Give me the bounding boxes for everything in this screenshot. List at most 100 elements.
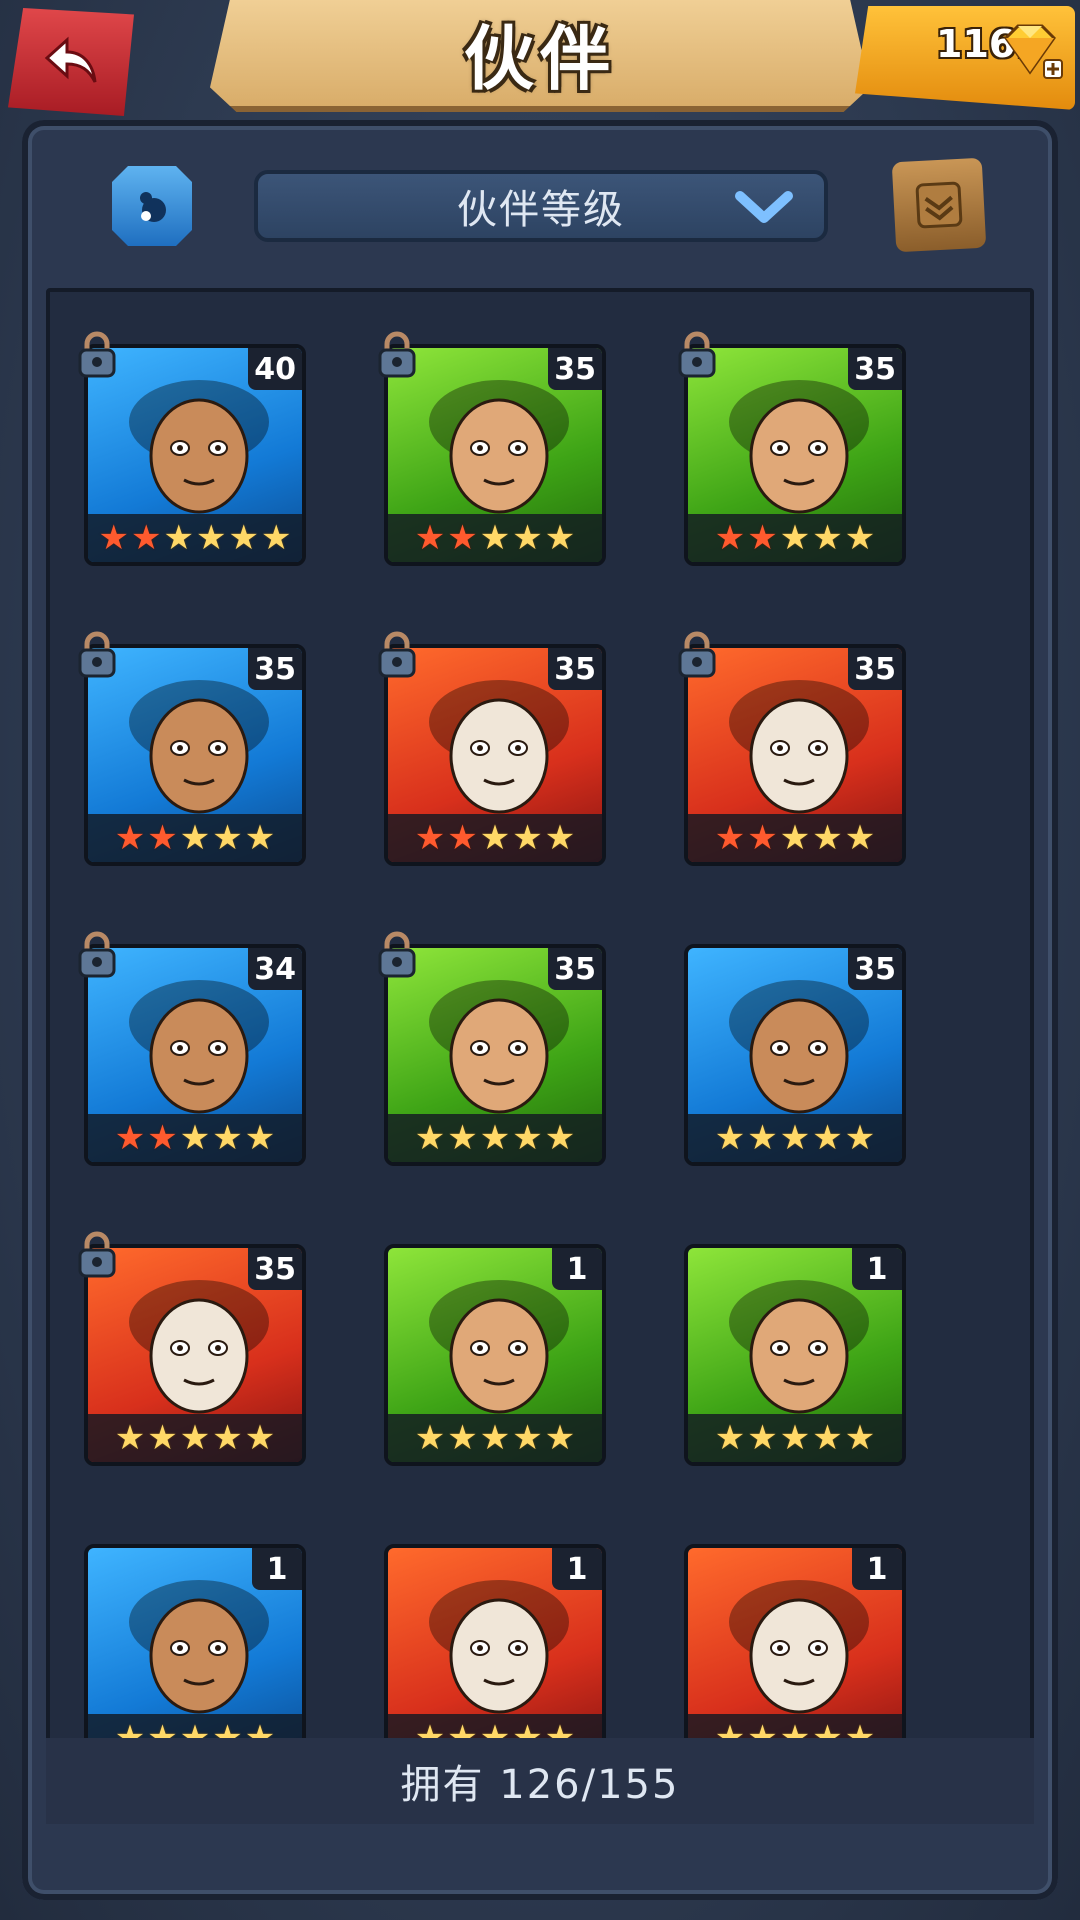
star-icon: ★ [212,1118,243,1158]
star-icon: ★ [212,818,243,858]
star-icon: ★ [147,818,178,858]
star-icon: ★ [244,1118,276,1158]
star-icon: ★ [779,818,811,858]
partner-level: 1 [552,1248,602,1290]
star-icon: ★ [447,1418,478,1458]
panda-portrait [429,980,569,1114]
star-rating: ★★★★★ [388,514,602,562]
star-icon: ★ [447,518,478,558]
star-icon: ★ [212,1418,243,1458]
dark-haired-woman-portrait [429,380,569,514]
star-icon: ★ [747,1418,778,1458]
chevron-down-icon [735,191,793,223]
skull-shaman-portrait [429,680,569,814]
star-icon: ★ [114,818,146,858]
star-icon: ★ [747,518,778,558]
star-icon: ★ [414,518,446,558]
partner-level: 35 [248,648,302,690]
partner-level: 35 [548,948,602,990]
star-icon: ★ [544,1118,576,1158]
star-rating: ★★★★★ [688,814,902,862]
star-icon: ★ [779,1418,811,1458]
star-icon: ★ [714,1418,746,1458]
partner-level: 35 [248,1248,302,1290]
star-icon: ★ [812,518,843,558]
star-icon: ★ [512,818,543,858]
star-icon: ★ [147,1118,178,1158]
book-icon [915,181,963,229]
partner-level: 35 [548,648,602,690]
star-icon: ★ [479,518,511,558]
star-icon: ★ [779,518,811,558]
star-rating: ★ ★ ★ ★ ★ ★ [88,514,302,562]
partner-card-red-haired-woman[interactable]: 1★★★★★ [684,1544,906,1766]
lock-icon [378,631,416,678]
star-icon: ★ [544,1418,576,1458]
star-icon: ★ [812,818,843,858]
star-icon: ★ [479,818,511,858]
brown-haired-woman-portrait [729,680,869,814]
red-haired-woman-portrait [729,1580,869,1714]
filter-button[interactable] [112,166,192,246]
crocodile-portrait [729,380,869,514]
star-rating: ★★★★★ [88,1414,302,1462]
star-icon: ★ [244,1418,276,1458]
star-icon: ★ [447,1118,478,1158]
star-icon: ★ [714,1118,746,1158]
lock-icon [78,331,116,378]
star-icon: ★ [196,518,227,558]
partner-level: 1 [852,1548,902,1590]
lock-icon [678,631,716,678]
star-icon: ★ [131,518,162,558]
star-icon: ★ [512,518,543,558]
star-icon: ★ [812,1418,843,1458]
star-rating: ★★★★★ [688,514,902,562]
partner-card-witch-doctor[interactable]: 1★★★★★ [384,1544,606,1766]
star-icon: ★ [147,1418,178,1458]
star-rating: ★★★★★ [88,814,302,862]
star-icon: ★ [844,518,876,558]
goblin-portrait [729,1280,869,1414]
lock-icon [378,931,416,978]
title-banner: 伙伴 [210,0,870,112]
hooded-mage-portrait [129,680,269,814]
star-icon: ★ [414,1418,446,1458]
sabertooth-green-portrait [429,1280,569,1414]
partner-level: 1 [852,1248,902,1290]
partner-card-goblin[interactable]: 1 ★ ★ ★ ★ ★ [684,1244,906,1466]
partner-level: 40 [248,348,302,390]
lock-icon [78,931,116,978]
sort-dropdown[interactable]: 伙伴等级 [254,170,828,242]
partner-grid: 40 ★ ★ ★ ★ ★ ★ 35 ★ ★ ★ ★ ★ 35 ★ ★ ★ ★ ★ 35 ★ ★ ★ ★ ★ 35 ★ ★ ★ ★ ★ 35 ★ ★… [46,288,1034,1824]
back-button[interactable] [8,8,134,116]
back-arrow-icon [44,36,97,83]
partner-card-blue-haired-warrior[interactable]: 35 ★ ★ ★ ★ ★ [684,944,906,1166]
lock-icon [678,331,716,378]
star-icon: ★ [447,818,478,858]
star-icon: ★ [844,1118,876,1158]
star-rating: ★★★★★ [688,1114,902,1162]
star-icon: ★ [544,518,576,558]
lock-icon [78,631,116,678]
partner-level: 35 [848,948,902,990]
star-icon: ★ [779,1118,811,1158]
star-icon: ★ [114,1118,146,1158]
bearded-warrior-portrait [129,380,269,514]
partner-level: 1 [552,1548,602,1590]
partner-level: 35 [548,348,602,390]
owned-count-text: 拥有 126/155 [400,1762,680,1808]
sort-dropdown-label: 伙伴等级 [457,187,625,233]
star-icon: ★ [714,518,746,558]
star-icon: ★ [714,818,746,858]
star-icon: ★ [747,1118,778,1158]
star-icon: ★ [163,518,194,558]
star-icon: ★ [179,1118,211,1158]
partner-card-sabertooth-blue[interactable]: 1★★★★★ [84,1544,306,1766]
star-icon: ★ [479,1118,511,1158]
partner-card-sabertooth-green[interactable]: 1 ★ ★ ★ ★ ★ [384,1244,606,1466]
blue-haired-woman-portrait [129,980,269,1114]
star-icon: ★ [179,1418,211,1458]
gem-plus-icon[interactable] [996,20,1064,82]
collection-book-button[interactable] [891,157,987,253]
star-icon: ★ [114,1418,146,1458]
